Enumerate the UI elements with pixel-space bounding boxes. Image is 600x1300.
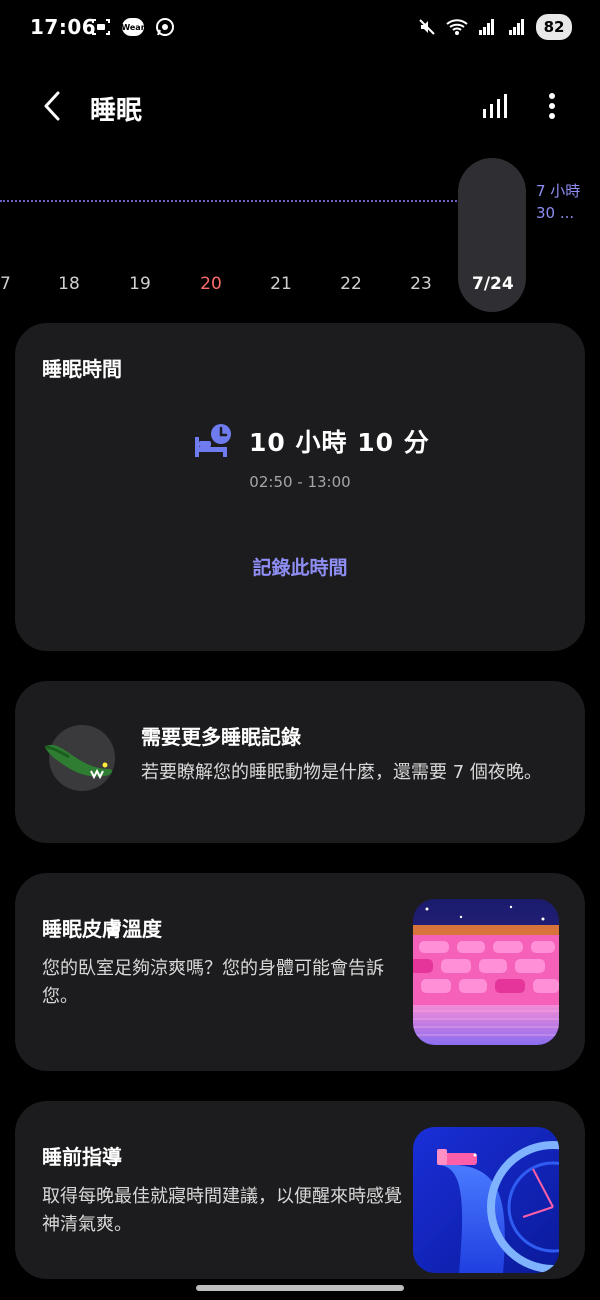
more-records-card[interactable]: 需要更多睡眠記錄 若要瞭解您的睡眠動物是什麼，還需要 7 個夜晚。	[15, 681, 585, 843]
back-button[interactable]	[34, 88, 70, 124]
day-label[interactable]: 22	[331, 274, 371, 294]
card-title: 睡眠時間	[42, 357, 122, 381]
day-label[interactable]: 17	[0, 274, 20, 294]
day-labels: 17 18 19 20 21 22 23 7/24	[0, 274, 600, 304]
sleep-duration: 10 小時 10 分	[249, 428, 430, 457]
sleep-time-card: 睡眠時間 10 小時 10 分 02:50 - 13:00 記錄此時間	[15, 323, 585, 651]
clock-bed-illustration	[413, 1127, 559, 1273]
wear-icon: Wear	[121, 18, 145, 36]
screenshot-icon	[90, 16, 112, 38]
coaching-description: 取得每晚最佳就寢時間建議，以便醒來時感覺神清氣爽。	[42, 1186, 402, 1235]
more-vert-icon	[549, 93, 555, 119]
skin-layers-illustration	[413, 899, 559, 1045]
more-records-description: 若要瞭解您的睡眠動物是什麼，還需要 7 個夜晚。	[141, 762, 542, 783]
battery-badge: 82	[536, 14, 572, 40]
average-line	[0, 200, 460, 202]
more-records-title: 需要更多睡眠記錄	[141, 725, 301, 749]
crocodile-avatar	[44, 725, 115, 791]
page-title: 睡眠	[90, 96, 143, 126]
crocodile-icon	[44, 744, 112, 780]
duration-label: 7 小時 30 ...	[536, 182, 581, 222]
day-label[interactable]: 21	[261, 274, 301, 294]
chevron-left-icon	[44, 91, 60, 121]
wifi-icon	[446, 16, 468, 38]
whatsapp-icon	[154, 16, 176, 38]
status-left-icons: Wear	[90, 16, 176, 38]
bedtime-coaching-card[interactable]: 睡前指導 取得每晚最佳就寢時間建議，以便醒來時感覺神清氣爽。	[15, 1101, 585, 1279]
day-label[interactable]: 7/24	[472, 274, 514, 294]
skin-temp-description: 您的臥室足夠涼爽嗎？您的身體可能會告訴您。	[42, 958, 384, 1007]
day-label[interactable]: 18	[49, 274, 89, 294]
coaching-title: 睡前指導	[42, 1145, 122, 1169]
skin-temp-title: 睡眠皮膚溫度	[42, 917, 162, 941]
sleep-duration-row: 10 小時 10 分	[193, 423, 430, 459]
status-time: 17:06	[30, 15, 97, 39]
bed-clock-icon	[195, 424, 231, 457]
record-time-link[interactable]: 記錄此時間	[15, 553, 585, 580]
app-header: 睡眠	[0, 70, 600, 140]
status-bar: 17:06 Wear 82	[0, 0, 600, 56]
bar-chart-icon	[483, 94, 507, 118]
day-label[interactable]: 23	[401, 274, 441, 294]
signal-icon-2	[506, 16, 528, 38]
stats-button[interactable]	[476, 88, 512, 124]
skin-temperature-card[interactable]: 睡眠皮膚溫度 您的臥室足夠涼爽嗎？您的身體可能會告訴您。	[15, 873, 585, 1071]
day-label[interactable]: 20	[191, 274, 231, 294]
home-indicator[interactable]	[196, 1285, 404, 1291]
sleep-chart[interactable]: 7 小時 30 ... 17 18 19 20 21 22 23 7/24	[0, 150, 600, 320]
status-right-icons: 82	[416, 14, 572, 40]
more-options-button[interactable]	[542, 88, 562, 124]
day-label[interactable]: 19	[120, 274, 160, 294]
sleep-range: 02:50 - 13:00	[249, 473, 351, 491]
signal-icon	[476, 16, 498, 38]
mute-icon	[416, 16, 438, 38]
